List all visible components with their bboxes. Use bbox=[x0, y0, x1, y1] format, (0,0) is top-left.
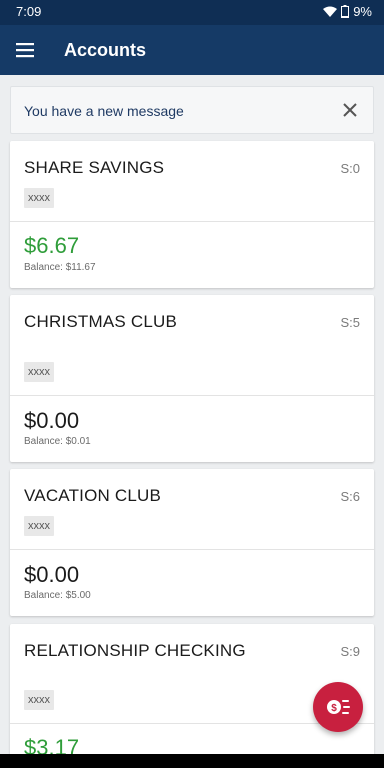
account-name: VACATION CLUB bbox=[24, 486, 162, 505]
card-divider bbox=[10, 395, 374, 396]
svg-text:$: $ bbox=[331, 703, 337, 714]
system-nav-bar bbox=[0, 754, 384, 768]
account-suffix: S:5 bbox=[340, 315, 360, 330]
app-bar: Accounts bbox=[0, 25, 384, 75]
close-icon[interactable] bbox=[341, 101, 359, 119]
battery-icon bbox=[341, 5, 350, 18]
account-card-christmas-club[interactable]: CHRISTMAS CLUB S:5 xxxx $0.00 Balance: $… bbox=[10, 295, 374, 462]
account-card-share-savings[interactable]: SHARE SAVINGS S:0 xxxx $6.67 Balance: $1… bbox=[10, 141, 374, 288]
available-amount: $0.00 bbox=[24, 562, 80, 587]
account-suffix: S:0 bbox=[340, 161, 360, 176]
wifi-icon bbox=[323, 6, 338, 17]
account-number-mask: xxxx bbox=[24, 516, 54, 536]
status-time: 7:09 bbox=[16, 4, 42, 19]
status-bar: 7:09 9% bbox=[0, 0, 384, 25]
balance-text: Balance: $11.67 bbox=[24, 262, 96, 273]
new-message-banner[interactable]: You have a new message bbox=[10, 86, 374, 134]
status-icons: 9% bbox=[323, 4, 372, 19]
card-divider bbox=[10, 221, 374, 222]
transfer-money-icon: $ bbox=[327, 700, 350, 714]
account-suffix: S:9 bbox=[340, 644, 360, 659]
balance-text: Balance: $5.00 bbox=[24, 590, 91, 601]
account-name: SHARE SAVINGS bbox=[24, 158, 165, 177]
account-suffix: S:6 bbox=[340, 489, 360, 504]
account-name: CHRISTMAS CLUB bbox=[24, 312, 177, 331]
account-number-mask: xxxx bbox=[24, 690, 54, 710]
card-divider bbox=[10, 549, 374, 550]
available-amount: $0.00 bbox=[24, 408, 80, 433]
account-number-mask: xxxx bbox=[24, 188, 54, 208]
hamburger-menu-icon[interactable] bbox=[14, 40, 36, 60]
account-number-mask: xxxx bbox=[24, 362, 54, 382]
available-amount: $6.67 bbox=[24, 233, 80, 258]
transfer-money-button[interactable]: $ bbox=[313, 682, 363, 732]
account-card-vacation-club[interactable]: VACATION CLUB S:6 xxxx $0.00 Balance: $5… bbox=[10, 469, 374, 616]
battery-percent: 9% bbox=[353, 4, 372, 19]
page-title: Accounts bbox=[64, 40, 147, 60]
account-name: RELATIONSHIP CHECKING bbox=[24, 641, 246, 660]
message-text: You have a new message bbox=[24, 103, 184, 119]
balance-text: Balance: $0.01 bbox=[24, 436, 91, 447]
